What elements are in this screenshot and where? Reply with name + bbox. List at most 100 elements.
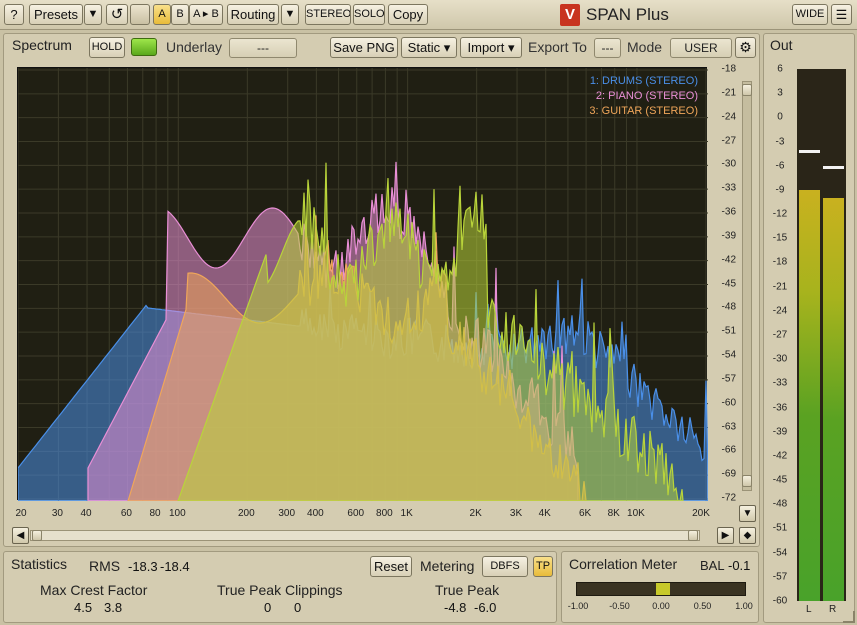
mode-select[interactable]: USER [670, 38, 732, 58]
correlation-scale-label: -1.00 [567, 601, 589, 611]
frequency-scale-label: 4K [538, 508, 551, 519]
horizontal-scroll-thumb-left[interactable] [32, 530, 42, 541]
wide-button[interactable]: WIDE [792, 4, 828, 25]
vertical-scroll-thumb-bottom[interactable] [742, 475, 752, 487]
out-scale-label: -57 [772, 571, 788, 583]
routing-button[interactable]: Routing [227, 4, 279, 25]
out-scale-label: 0 [777, 111, 783, 123]
db-scale-label: -60 [721, 397, 736, 409]
meter-right-label: R [829, 604, 837, 615]
frequency-scale-label: 400 [307, 508, 324, 519]
hold-led-indicator[interactable] [131, 38, 157, 56]
frequency-scale-label: 100 [168, 508, 186, 519]
scroll-down-icon[interactable]: ▼ [739, 505, 756, 522]
legend-drums: 1: DRUMS (STEREO) [589, 75, 698, 87]
scroll-right-icon[interactable]: ▶ [717, 527, 734, 544]
routing-dropdown-button[interactable]: ▼ [281, 4, 299, 25]
correlation-tab[interactable]: Correlation Meter [569, 556, 677, 572]
db-scale-label: -24 [721, 111, 736, 123]
out-scale-label: -15 [772, 232, 788, 244]
settings-gear-icon[interactable]: ⚙ [735, 37, 756, 58]
frequency-scale-label: 800 [376, 508, 393, 519]
db-scale-label: -57 [721, 373, 736, 385]
db-scale-label: -27 [721, 135, 736, 146]
out-scale-label: -27 [772, 329, 788, 341]
horizontal-scrollbar[interactable]: ◀ ▶ [12, 527, 757, 544]
hold-button[interactable]: HOLD [89, 37, 125, 58]
frequency-scale-label: 40 [80, 508, 92, 519]
save-png-button[interactable]: Save PNG [330, 37, 398, 58]
true-peak-label: True Peak [435, 582, 500, 598]
vertical-scroll-thumb-top[interactable] [742, 84, 752, 96]
horizontal-scroll-thumb-right[interactable] [688, 530, 698, 541]
correlation-scale-label: 1.00 [735, 601, 753, 611]
out-tab[interactable]: Out [770, 37, 793, 53]
db-scale-label: -63 [721, 421, 736, 432]
meter-left-peak [799, 149, 820, 153]
correlation-indicator [655, 583, 670, 595]
rms-right-value: -18.4 [160, 559, 190, 574]
legend-piano: 2: PIANO (STEREO) [595, 90, 698, 102]
out-scale-label: -51 [772, 522, 788, 534]
stereo-button[interactable]: STEREO [305, 4, 351, 25]
db-scale-label: -36 [721, 206, 736, 218]
out-scale-label: -42 [772, 450, 788, 462]
out-scale-label: -54 [772, 547, 788, 559]
export-to-select[interactable]: --- [594, 38, 621, 58]
logo-icon: V [560, 4, 580, 26]
max-crest-left-value: 4.5 [74, 600, 93, 615]
mode-label: Mode [627, 39, 663, 55]
out-scale-label: -45 [772, 474, 788, 486]
presets-dropdown-button[interactable]: ▼ [84, 4, 102, 25]
resize-grip-icon[interactable] [843, 611, 855, 623]
horizontal-scroll-track[interactable] [30, 530, 700, 541]
scroll-left-icon[interactable]: ◀ [12, 527, 29, 544]
metering-dbfs-select[interactable]: DBFS [482, 556, 528, 577]
ab-copy-button[interactable]: A ▸ B [189, 4, 223, 25]
db-scale-label: -51 [721, 325, 736, 337]
true-peak-toggle[interactable]: TP [533, 556, 553, 577]
out-scale-label: -21 [772, 281, 788, 293]
correlation-scale-label: 0.50 [693, 601, 712, 611]
reset-button[interactable]: Reset [370, 556, 412, 577]
db-scale-label: -21 [721, 87, 736, 99]
db-scale-label: -69 [721, 468, 736, 480]
out-scale-label: -39 [772, 426, 788, 438]
statistics-tab[interactable]: Statistics [11, 556, 67, 572]
frequency-scale-label: 3K [509, 508, 523, 519]
metering-label: Metering [420, 558, 475, 574]
underlay-select[interactable]: --- [229, 38, 297, 58]
static-dropdown[interactable]: Static ▾ [401, 37, 457, 58]
underlay-label: Underlay [166, 39, 223, 55]
max-crest-right-value: 3.8 [104, 600, 123, 615]
meter-right-peak [823, 165, 844, 169]
db-scale-label: -66 [721, 444, 736, 456]
db-scale: -18 -21 -24 -27 -30 -33 -36 -39 -42 -45 -48 -51 -54 -… [708, 62, 738, 507]
presets-button[interactable]: Presets [29, 4, 83, 25]
vertical-scroll-track[interactable] [742, 81, 752, 491]
copy-button[interactable]: Copy [388, 4, 428, 25]
b-button[interactable]: B [171, 4, 189, 25]
help-button[interactable]: ? [4, 4, 24, 25]
vertical-scrollbar[interactable] [739, 67, 755, 507]
a-button[interactable]: A [153, 4, 171, 25]
redo-blank-button[interactable] [130, 4, 150, 25]
spectrum-tab[interactable]: Spectrum [12, 37, 72, 53]
frequency-scale-label: 600 [347, 508, 365, 519]
frequency-scale-label: 1K [400, 508, 413, 519]
frequency-scale-label: 8K [607, 508, 620, 519]
correlation-meter-bar [576, 582, 746, 596]
menu-icon[interactable]: ☰ [831, 4, 852, 25]
import-dropdown[interactable]: Import ▾ [460, 37, 522, 58]
true-peak-clippings-right-value: 0 [294, 600, 302, 615]
true-peak-left-value: -4.8 [444, 600, 467, 615]
out-scale-label: -6 [775, 160, 785, 172]
db-scale-label: -45 [721, 278, 736, 289]
solo-button[interactable]: SOLO [353, 4, 385, 25]
frequency-scale-label: 300 [278, 508, 296, 519]
spectrum-display[interactable]: 1: DRUMS (STEREO) 2: PIANO (STEREO) 3: G… [17, 67, 708, 501]
correlation-scale-label: 0.00 [652, 601, 670, 611]
legend-guitar: 3: GUITAR (STEREO) [589, 105, 698, 117]
true-peak-clippings-label: True Peak Clippings [217, 582, 343, 598]
undo-icon[interactable]: ↺ [106, 4, 128, 25]
